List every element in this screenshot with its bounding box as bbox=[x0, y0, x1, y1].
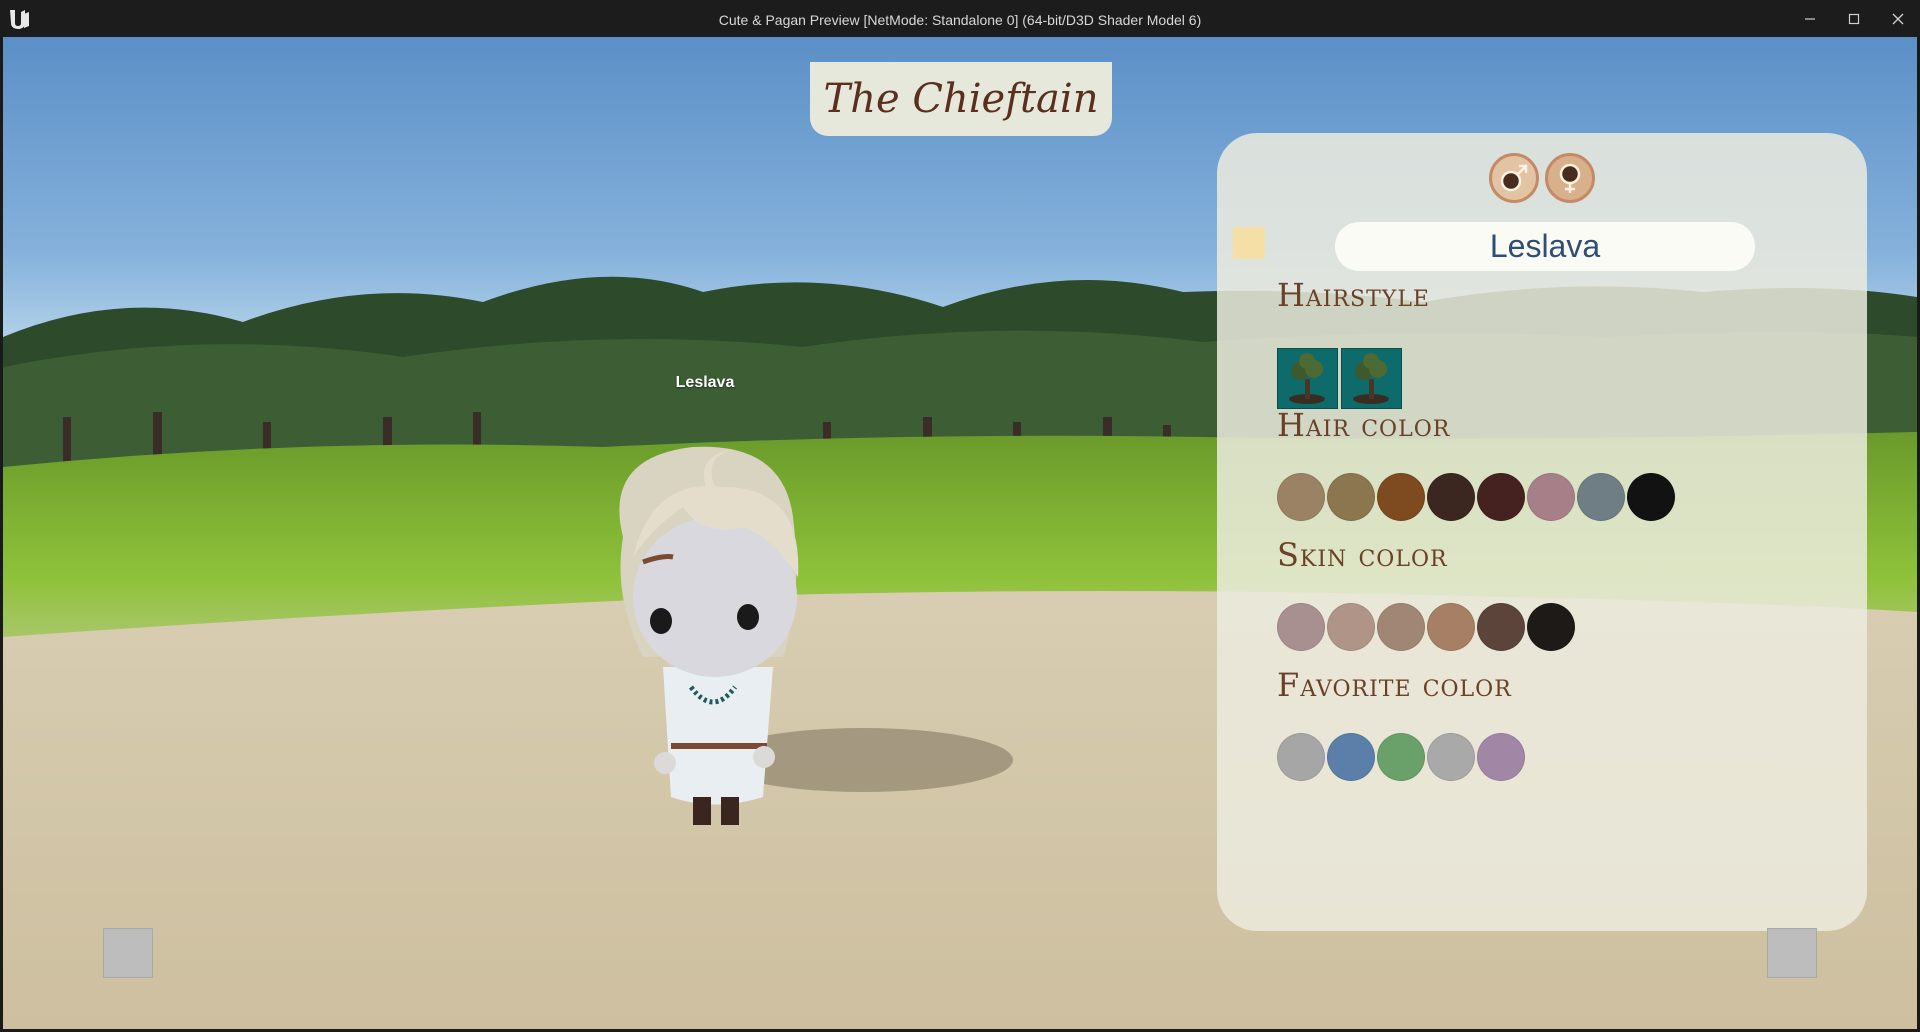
hair-color-swatch[interactable] bbox=[1527, 473, 1575, 521]
hairstyle-option[interactable] bbox=[1341, 348, 1402, 409]
random-button[interactable] bbox=[1233, 227, 1265, 259]
male-button[interactable] bbox=[1489, 153, 1539, 203]
hairstyle-options bbox=[1277, 348, 1402, 409]
window-title-bar: Cute & Pagan Preview [NetMode: Standalon… bbox=[0, 0, 1920, 37]
hair-color-options bbox=[1277, 473, 1675, 521]
favorite-color-options bbox=[1277, 733, 1525, 781]
favorite-color-swatch[interactable] bbox=[1377, 733, 1425, 781]
window-title: Cute & Pagan Preview [NetMode: Standalon… bbox=[718, 12, 1202, 28]
title-card: The Chieftain bbox=[810, 62, 1112, 136]
hair-color-heading: Hair color bbox=[1277, 406, 1451, 444]
favorite-color-swatch[interactable] bbox=[1477, 733, 1525, 781]
tree-icon bbox=[1353, 353, 1389, 404]
close-icon bbox=[1892, 13, 1904, 24]
skin-color-swatch[interactable] bbox=[1527, 603, 1575, 651]
male-icon bbox=[1500, 164, 1528, 192]
hair-color-swatch[interactable] bbox=[1277, 473, 1325, 521]
hair-color-swatch[interactable] bbox=[1377, 473, 1425, 521]
character-name-tag: Leslava bbox=[675, 374, 735, 391]
game-viewport[interactable]: The Chieftain Leslava Hairstyl bbox=[3, 37, 1917, 1029]
favorite-color-heading: Favorite color bbox=[1277, 666, 1512, 704]
skin-color-swatch[interactable] bbox=[1277, 603, 1325, 651]
character-name-input[interactable] bbox=[1335, 222, 1755, 271]
minimize-button[interactable] bbox=[1788, 0, 1832, 37]
right-nav-button[interactable] bbox=[1767, 928, 1817, 978]
maximize-icon bbox=[1848, 13, 1860, 24]
skin-color-swatch[interactable] bbox=[1327, 603, 1375, 651]
hairstyle-option[interactable] bbox=[1277, 348, 1338, 409]
skin-color-options bbox=[1277, 603, 1575, 651]
favorite-color-swatch[interactable] bbox=[1427, 733, 1475, 781]
tree-icon bbox=[1289, 353, 1325, 404]
skin-color-heading: Skin color bbox=[1277, 536, 1448, 574]
female-button[interactable] bbox=[1545, 153, 1595, 203]
skin-color-swatch[interactable] bbox=[1427, 603, 1475, 651]
hair-color-swatch[interactable] bbox=[1627, 473, 1675, 521]
favorite-color-swatch[interactable] bbox=[1327, 733, 1375, 781]
gender-selector bbox=[1489, 153, 1599, 205]
hair-color-swatch[interactable] bbox=[1327, 473, 1375, 521]
left-nav-button[interactable] bbox=[103, 928, 153, 978]
hair-color-swatch[interactable] bbox=[1577, 473, 1625, 521]
hair-color-swatch[interactable] bbox=[1427, 473, 1475, 521]
customization-panel: Hairstyle Hair color Skin color Fav bbox=[1217, 133, 1867, 931]
skin-color-swatch[interactable] bbox=[1477, 603, 1525, 651]
skin-color-swatch[interactable] bbox=[1377, 603, 1425, 651]
favorite-color-swatch[interactable] bbox=[1277, 733, 1325, 781]
minimize-icon bbox=[1805, 17, 1815, 20]
close-button[interactable] bbox=[1876, 0, 1920, 37]
page-title: The Chieftain bbox=[823, 76, 1099, 122]
hairstyle-heading: Hairstyle bbox=[1277, 276, 1430, 314]
female-icon bbox=[1559, 163, 1581, 193]
maximize-button[interactable] bbox=[1832, 0, 1876, 37]
hair-color-swatch[interactable] bbox=[1477, 473, 1525, 521]
